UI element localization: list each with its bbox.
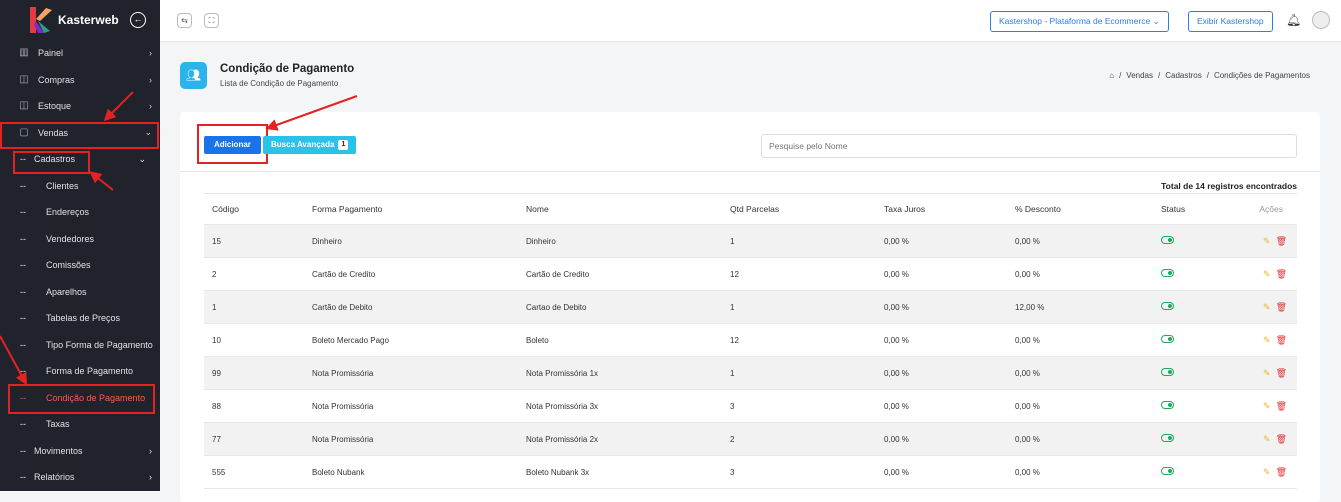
arrow-to-add [265, 95, 358, 131]
arrow-to-vendas [103, 91, 134, 122]
arrow-to-condicao [0, 335, 27, 386]
arrow-to-cadastros [89, 171, 114, 191]
annotation-arrows [0, 91, 358, 386]
